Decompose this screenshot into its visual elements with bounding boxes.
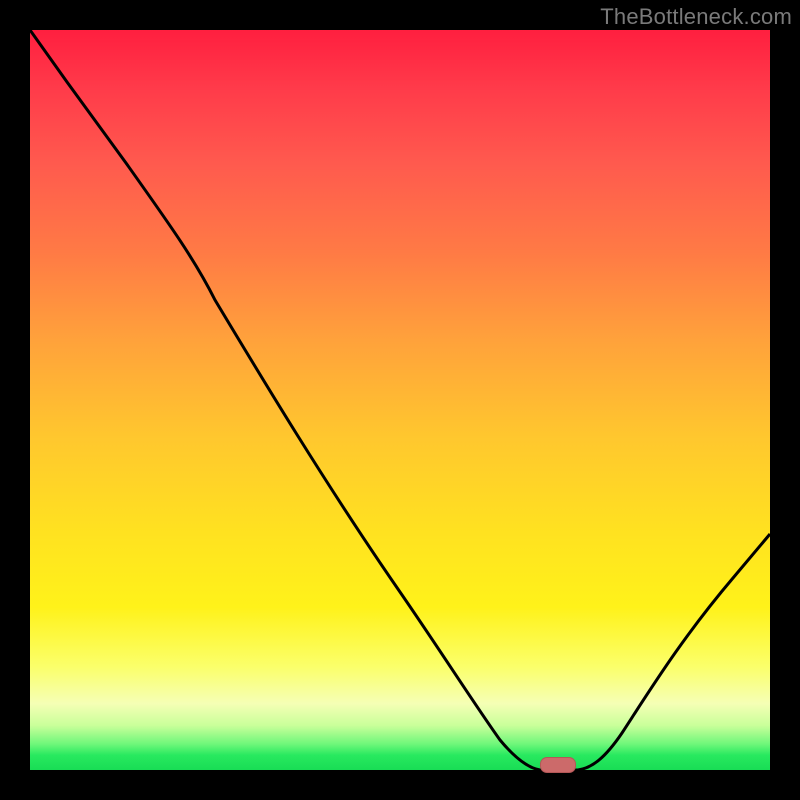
bottleneck-curve: [30, 30, 770, 770]
curve-path: [30, 30, 770, 770]
watermark-text: TheBottleneck.com: [600, 4, 792, 30]
optimal-marker: [540, 757, 576, 773]
chart-frame: TheBottleneck.com: [0, 0, 800, 800]
